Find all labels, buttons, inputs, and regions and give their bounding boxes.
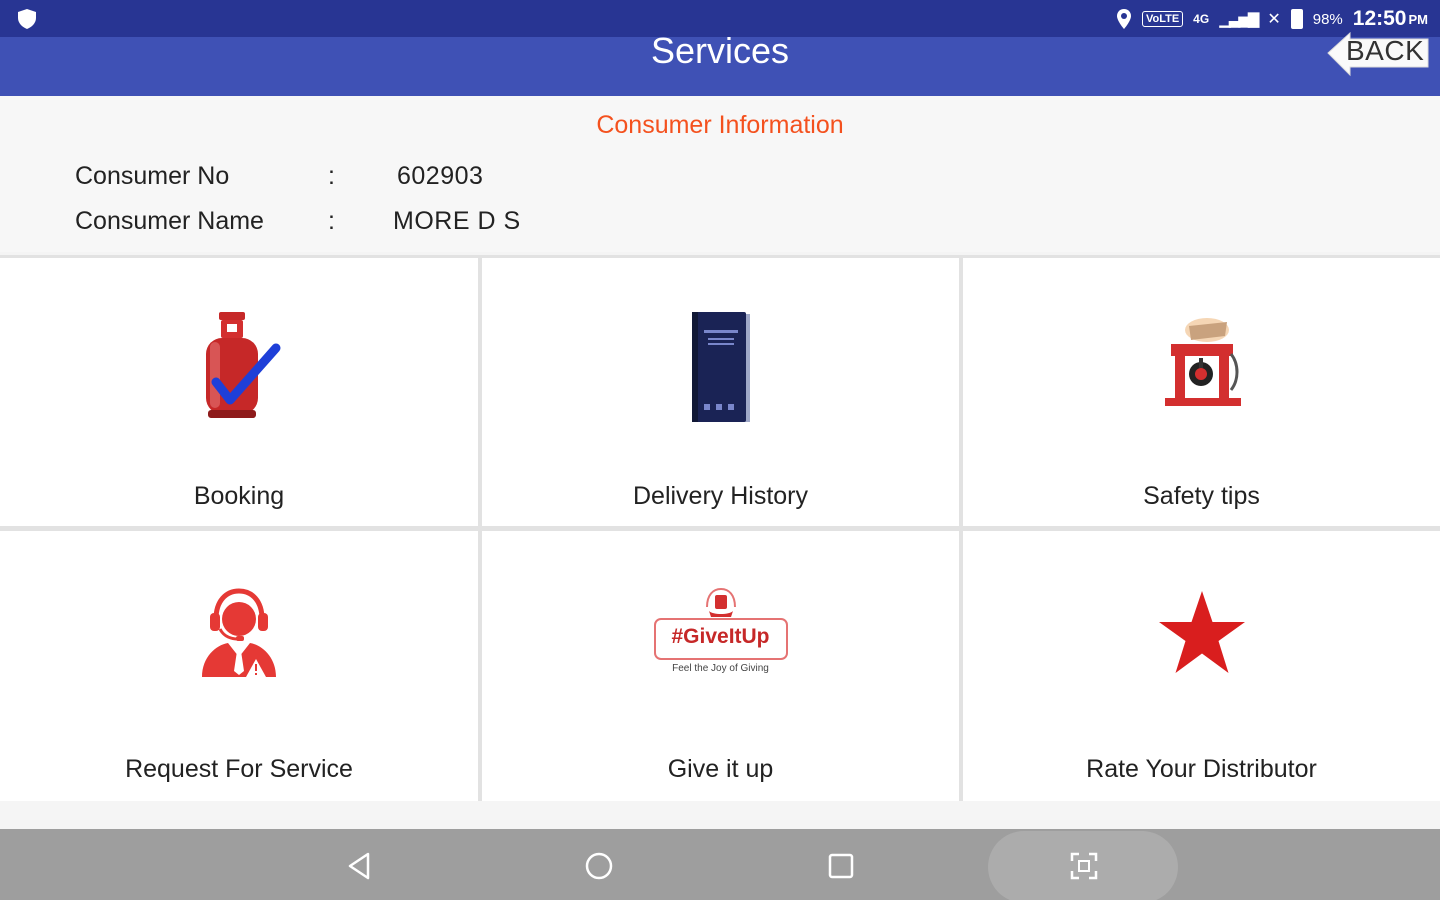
tile-label: Request For Service — [125, 755, 353, 783]
separator: : — [328, 162, 335, 190]
tile-rate-your-distributor[interactable]: Rate Your Distributor — [963, 531, 1440, 801]
gas-cylinder-check-icon — [206, 312, 281, 418]
volte-indicator: VoLTE — [1141, 11, 1184, 27]
screenshot-icon[interactable] — [1067, 849, 1101, 883]
tile-booking[interactable]: Booking — [0, 258, 478, 526]
app-bar: Services BACK — [0, 30, 1440, 96]
tile-label: Delivery History — [632, 482, 809, 510]
battery-icon — [1290, 9, 1303, 29]
tile-give-it-up[interactable]: #GiveItUp Feel the Joy of Giving Give it… — [482, 531, 959, 801]
safety-stove-icon — [1164, 318, 1241, 406]
consumer-no-label: Consumer No — [75, 162, 230, 190]
back-button-label: BACK — [1346, 35, 1425, 66]
consumer-name-label: Consumer Name — [75, 207, 264, 235]
separator: : — [328, 207, 335, 235]
nav-home-icon[interactable] — [582, 849, 616, 883]
system-nav-bar — [0, 829, 1440, 900]
star-icon — [1158, 591, 1245, 673]
book-icon — [691, 312, 750, 422]
network-type: 4G — [1193, 12, 1210, 26]
clock-time: 12:50 — [1352, 7, 1407, 30]
tile-label: Give it up — [667, 755, 774, 783]
tile-label: Safety tips — [1143, 482, 1260, 510]
support-agent-icon — [202, 588, 276, 677]
back-button[interactable]: BACK — [1324, 31, 1432, 79]
signal-icon: ▁▃▅▇ — [1219, 11, 1259, 28]
tile-label: Booking — [193, 482, 285, 510]
tile-delivery-history[interactable]: Delivery History — [482, 258, 959, 526]
content-bottom-spacer — [0, 801, 1440, 829]
consumer-no-value: 602903 — [397, 162, 484, 190]
consumer-name-value: MORE D S — [393, 207, 521, 235]
tile-safety-tips[interactable]: Safety tips — [963, 258, 1440, 526]
consumer-info-heading: Consumer Information — [596, 111, 844, 139]
nav-back-icon[interactable] — [342, 849, 376, 883]
clock: 12:50 PM — [1353, 7, 1428, 31]
consumer-info-panel: Consumer Information Consumer No : 60290… — [0, 96, 1440, 252]
giveitup-logo: #GiveItUp Feel the Joy of Giving — [651, 585, 791, 685]
shield-icon — [18, 9, 36, 29]
battery-percent: 98% — [1312, 10, 1343, 28]
clock-ampm: PM — [1408, 11, 1429, 27]
page-title: Services — [650, 30, 790, 71]
tile-request-for-service[interactable]: Request For Service — [0, 531, 478, 801]
tile-label: Rate Your Distributor — [1086, 755, 1317, 783]
nav-recents-icon[interactable] — [824, 849, 858, 883]
location-icon — [1116, 9, 1131, 29]
signal-x-icon: ✕ — [1267, 11, 1281, 28]
giveitup-tagline: Feel the Joy of Giving — [672, 663, 769, 674]
services-grid: Booking Delivery History Safety tips Req… — [0, 255, 1440, 801]
giveitup-tag: #GiveItUp — [671, 625, 770, 648]
